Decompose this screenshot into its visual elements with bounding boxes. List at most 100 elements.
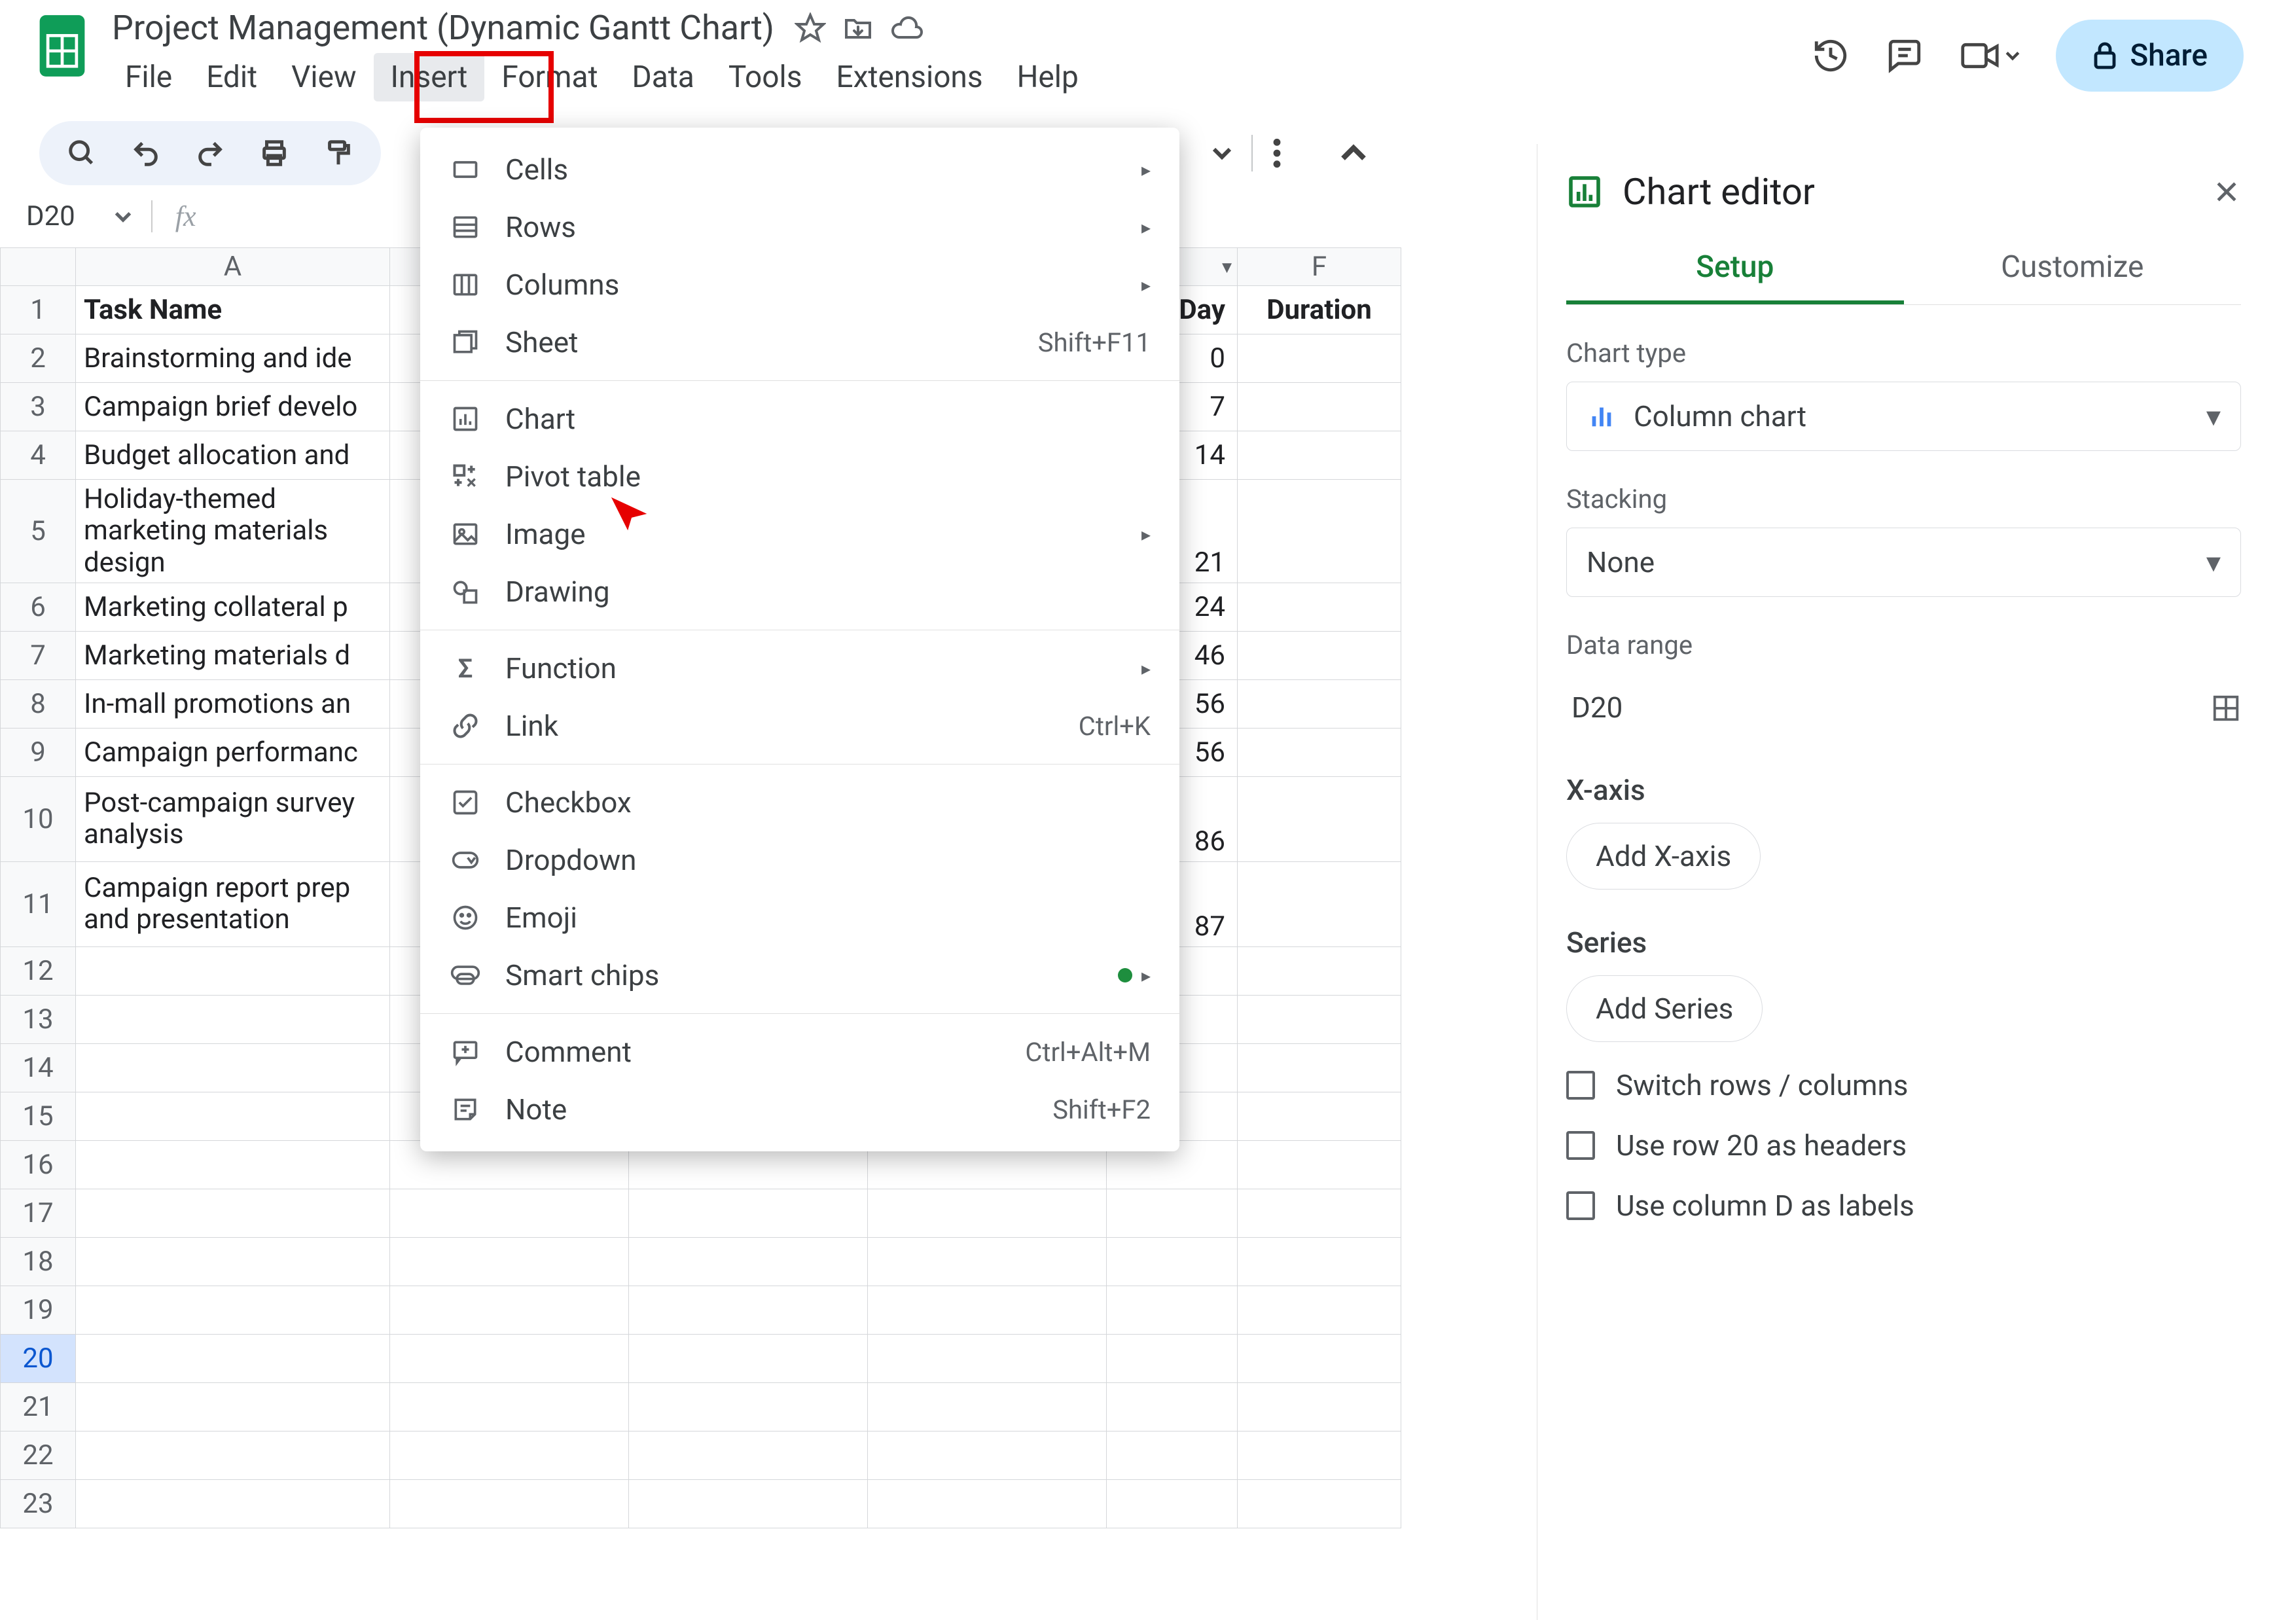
row-header[interactable]: 11: [1, 861, 76, 946]
insert-sheet[interactable]: Sheet Shift+F11: [420, 314, 1179, 371]
print-icon[interactable]: [251, 133, 297, 173]
switch-rows-cols-checkbox[interactable]: Switch rows / columns: [1566, 1068, 2241, 1102]
data-range-input[interactable]: [1566, 679, 2191, 737]
cell[interactable]: Marketing collateral p: [76, 583, 390, 631]
sheet-icon: [449, 328, 482, 357]
row-header[interactable]: 17: [1, 1189, 76, 1237]
search-icon[interactable]: [59, 133, 105, 173]
row-header[interactable]: 12: [1, 946, 76, 995]
tab-setup[interactable]: Setup: [1566, 249, 1904, 304]
insert-smart-chips[interactable]: Smart chips ▸: [420, 946, 1179, 1004]
cell[interactable]: Campaign report prep and presentation: [76, 861, 390, 946]
menu-format[interactable]: Format: [484, 53, 615, 101]
cell[interactable]: Post-campaign survey analysis: [76, 776, 390, 861]
cells-icon: [449, 155, 482, 184]
image-icon: [449, 520, 482, 549]
row-header[interactable]: 16: [1, 1140, 76, 1189]
menu-view[interactable]: View: [274, 53, 373, 101]
insert-drawing[interactable]: Drawing: [420, 563, 1179, 621]
row-header[interactable]: 4: [1, 431, 76, 480]
star-icon[interactable]: [795, 12, 826, 44]
menu-help[interactable]: Help: [1000, 53, 1096, 101]
insert-cells[interactable]: Cells ▸: [420, 141, 1179, 198]
col-header-a[interactable]: A: [76, 248, 390, 286]
xaxis-heading: X-axis: [1566, 773, 2241, 807]
use-row-headers-checkbox[interactable]: Use row 20 as headers: [1566, 1128, 2241, 1162]
menu-data[interactable]: Data: [615, 53, 711, 101]
toolbar-collapse-icon[interactable]: [1340, 140, 1367, 166]
row-header[interactable]: 13: [1, 995, 76, 1043]
row-header[interactable]: 7: [1, 631, 76, 679]
cell[interactable]: Marketing materials d: [76, 631, 390, 679]
row-header[interactable]: 14: [1, 1043, 76, 1092]
share-button[interactable]: Share: [2056, 20, 2244, 92]
redo-icon[interactable]: [187, 133, 233, 173]
comments-icon[interactable]: [1886, 37, 1924, 75]
menu-edit[interactable]: Edit: [189, 53, 274, 101]
row-header[interactable]: 18: [1, 1237, 76, 1286]
insert-rows[interactable]: Rows ▸: [420, 198, 1179, 256]
cell-f1[interactable]: Duration: [1238, 286, 1401, 334]
insert-checkbox[interactable]: Checkbox: [420, 774, 1179, 831]
insert-emoji[interactable]: Emoji: [420, 889, 1179, 946]
toolbar-more-icon[interactable]: [1272, 137, 1282, 170]
history-icon[interactable]: [1812, 37, 1850, 75]
stacking-select[interactable]: None ▾: [1566, 528, 2241, 597]
row-header[interactable]: 22: [1, 1431, 76, 1479]
row-header[interactable]: 15: [1, 1092, 76, 1140]
menu-tools[interactable]: Tools: [711, 53, 819, 101]
cell[interactable]: Campaign brief develo: [76, 383, 390, 431]
chart-type-select[interactable]: Column chart ▾: [1566, 382, 2241, 451]
insert-image[interactable]: Image ▸: [420, 505, 1179, 563]
undo-icon[interactable]: [123, 133, 169, 173]
close-icon[interactable]: [2212, 177, 2241, 206]
cell-a1[interactable]: Task Name: [76, 286, 390, 334]
row-header[interactable]: 8: [1, 679, 76, 728]
tab-customize[interactable]: Customize: [1904, 249, 2242, 304]
row-header[interactable]: 5: [1, 480, 76, 583]
cell[interactable]: In-mall promotions an: [76, 679, 390, 728]
document-title[interactable]: Project Management (Dynamic Gantt Chart): [108, 7, 778, 49]
row-header[interactable]: 19: [1, 1286, 76, 1334]
add-xaxis-button[interactable]: Add X-axis: [1566, 823, 1761, 890]
insert-pivot-table[interactable]: Pivot table: [420, 448, 1179, 505]
sheets-logo-icon[interactable]: [33, 7, 92, 85]
insert-columns[interactable]: Columns ▸: [420, 256, 1179, 314]
col-header-f[interactable]: F: [1238, 248, 1401, 286]
select-range-icon[interactable]: [2211, 693, 2241, 723]
cell[interactable]: Campaign performanc: [76, 728, 390, 776]
name-box[interactable]: D20: [26, 200, 75, 232]
row-header[interactable]: 21: [1, 1382, 76, 1431]
row-header[interactable]: 3: [1, 383, 76, 431]
insert-link[interactable]: Link Ctrl+K: [420, 697, 1179, 755]
row-header[interactable]: 6: [1, 583, 76, 631]
cell[interactable]: Budget allocation and: [76, 431, 390, 480]
cloud-status-icon[interactable]: [890, 15, 924, 41]
insert-note[interactable]: Note Shift+F2: [420, 1081, 1179, 1138]
cell[interactable]: Brainstorming and ide: [76, 334, 390, 383]
meet-icon[interactable]: [1960, 40, 2020, 71]
select-all-corner[interactable]: [1, 248, 76, 286]
menu-file[interactable]: File: [108, 53, 189, 101]
more-formats-dropdown[interactable]: [1212, 143, 1232, 163]
name-box-dropdown-icon[interactable]: [115, 208, 132, 225]
col-menu-icon[interactable]: ▾: [1222, 255, 1232, 278]
add-series-button[interactable]: Add Series: [1566, 975, 1763, 1042]
cell[interactable]: Holiday-themed marketing materials desig…: [76, 480, 390, 583]
menu-extensions[interactable]: Extensions: [819, 53, 999, 101]
row-header[interactable]: 23: [1, 1479, 76, 1528]
row-header[interactable]: 2: [1, 334, 76, 383]
insert-chart[interactable]: Chart: [420, 390, 1179, 448]
insert-dropdown[interactable]: Dropdown: [420, 831, 1179, 889]
row-header[interactable]: 10: [1, 776, 76, 861]
pivot-icon: [449, 462, 482, 491]
row-header[interactable]: 9: [1, 728, 76, 776]
menu-insert[interactable]: Insert: [374, 53, 485, 101]
row-header[interactable]: 1: [1, 286, 76, 334]
paint-format-icon[interactable]: [315, 133, 361, 173]
insert-comment[interactable]: Comment Ctrl+Alt+M: [420, 1023, 1179, 1081]
row-header-selected[interactable]: 20: [1, 1334, 76, 1382]
insert-function[interactable]: Σ Function ▸: [420, 639, 1179, 697]
use-col-labels-checkbox[interactable]: Use column D as labels: [1566, 1189, 2241, 1223]
move-folder-icon[interactable]: [842, 12, 874, 44]
